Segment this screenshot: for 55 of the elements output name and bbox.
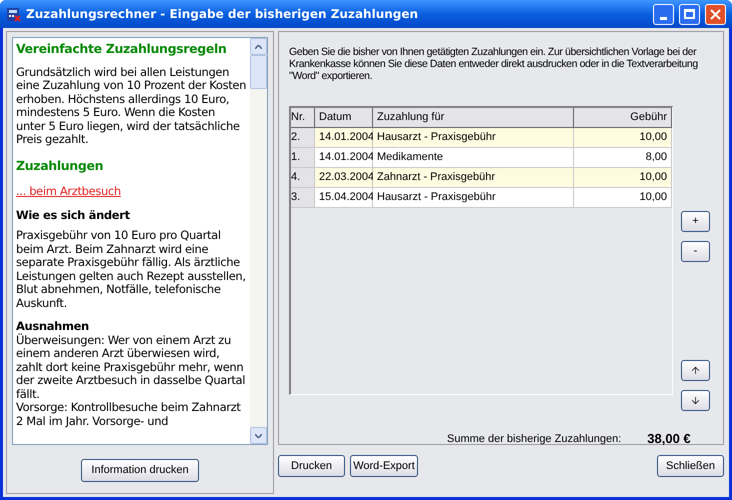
row-header: 4. — [291, 168, 315, 188]
down-arrow-icon — [690, 395, 701, 406]
close-icon — [710, 8, 721, 20]
minimize-icon — [660, 16, 667, 20]
table-cell: 10,00 — [574, 188, 672, 208]
print-button[interactable]: Drucken — [278, 455, 345, 477]
paragraph: Grundsätzlich wird bei allen Leistungen eine Zuzahlung von 10 Prozent der Kosten erhoben. Höchstens allerdings 10 Euro, mindestens 5 Euro. Wenn die Kosten unter 5 Euro liegen, wird der tatsächliche Preis gezahlt. — [16, 66, 247, 147]
table-cell: 22.03.2004 — [315, 168, 373, 188]
up-caret-icon — [255, 44, 262, 48]
section-heading: Zuzahlungen — [16, 156, 104, 175]
column-header[interactable]: Zuzahlung für — [373, 108, 574, 128]
column-header[interactable]: Gebühr — [574, 108, 672, 128]
move-up-button[interactable] — [681, 360, 710, 381]
scroll-down-button[interactable] — [250, 427, 267, 444]
maximize-button[interactable] — [679, 4, 700, 24]
calculator-icon — [6, 6, 21, 22]
subheading: Ausnahmen — [16, 320, 90, 334]
table-cell: 10,00 — [574, 128, 672, 148]
column-header[interactable]: Nr. — [291, 108, 315, 128]
paragraph: Überweisungen: Wer von einem Arzt zu einem anderen Arzt überwiesen wird, zahlt dort keine Praxisgebühr mehr, wenn der zweite Arztbesuch in dasselbe Quartal fällt. — [16, 334, 246, 401]
column-header[interactable]: Datum — [315, 108, 373, 128]
row-header: 2. — [291, 128, 315, 148]
table-cell: Hausarzt - Praxisgebühr — [373, 128, 574, 148]
add-button[interactable]: + — [681, 211, 710, 232]
paragraph: Praxisgebühr von 10 Euro pro Quartal beim Arzt. Beim Zahnarzt wird eine separate Praxisgebühr fällig. Als ärztliche Leistungen gelten auch Rezept ausstellen, Blut abnehmen, Notfälle, telefonische Auskunft. — [16, 229, 247, 310]
close-dialog-button[interactable]: Schließen — [657, 455, 724, 477]
up-arrow-icon — [690, 365, 701, 376]
down-caret-icon — [255, 434, 262, 438]
word-export-button[interactable]: Word-Export — [350, 455, 418, 477]
table-cell: 15.04.2004 — [315, 188, 373, 208]
table-cell: Hausarzt - Praxisgebühr — [373, 188, 574, 208]
intro-text: Geben Sie die bisher von Ihnen getätigten Zuzahlungen ein. Zur übersichtlichen Vorlage bei der Krankenkasse können Sie diese Daten entweder direkt ausdrucken oder in die Textverarbeitung "Word" exportieren. — [289, 46, 699, 82]
scroll-thumb[interactable] — [250, 55, 267, 89]
table-cell: 14.01.2004 — [315, 148, 373, 168]
row-header: 1. — [291, 148, 315, 168]
subheading: Wie es sich ändert — [16, 206, 131, 224]
window-title: Zuzahlungsrechner - Eingabe der bisherigen Zuzahlungen — [26, 6, 420, 23]
minimize-button[interactable] — [653, 4, 674, 24]
table-cell: Zahnarzt - Praxisgebühr — [373, 168, 574, 188]
move-down-button[interactable] — [681, 390, 710, 411]
sum-label: Summe der bisherige Zuzahlungen: — [447, 432, 622, 446]
scroll-up-button[interactable] — [250, 38, 267, 55]
table-cell: 10,00 — [574, 168, 672, 188]
row-header: 3. — [291, 188, 315, 208]
print-info-button[interactable]: Information drucken — [81, 459, 199, 482]
remove-button[interactable]: - — [681, 241, 710, 262]
close-button[interactable] — [705, 4, 726, 24]
table-cell: 8,00 — [574, 148, 672, 168]
maximize-icon — [684, 9, 695, 19]
link[interactable]: ... beim Arztbesuch — [16, 184, 121, 198]
table-cell: Medikamente — [373, 148, 574, 168]
sum-value: 38,00 € — [647, 430, 691, 448]
section-heading: Vereinfachte Zuzahlungsregeln — [16, 40, 228, 58]
paragraph: Vorsorge: Kontrollbesuche beim Zahnarzt 2 Mal im Jahr. Vorsorge- und — [16, 401, 242, 428]
table-cell: 14.01.2004 — [315, 128, 373, 148]
